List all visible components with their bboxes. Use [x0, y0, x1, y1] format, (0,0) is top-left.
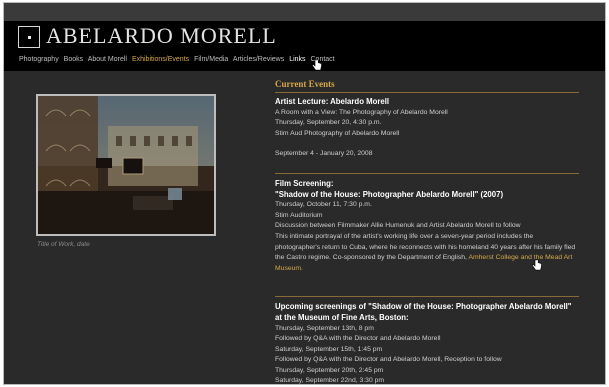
- top-strip: [4, 3, 605, 21]
- featured-photo[interactable]: [36, 94, 216, 236]
- event-line: Thursday, September 20, 4:30 p.m.: [275, 119, 382, 127]
- event-line: Thursday, September 13th, 8 pm: [275, 324, 374, 332]
- site-header: ABELARDO MORELL Photography Books About …: [4, 21, 605, 71]
- event-line: Stim Auditorium: [275, 211, 323, 219]
- browser-page: ABELARDO MORELL Photography Books About …: [3, 2, 606, 385]
- nav-articles-reviews[interactable]: Articles/Reviews: [233, 56, 284, 63]
- event-title: at the Museum of Fine Arts, Boston:: [275, 312, 409, 322]
- photo-caption: Title of Work, date: [37, 241, 90, 248]
- current-events-heading: Current Events: [275, 79, 579, 93]
- hand-cursor-icon: [312, 59, 322, 71]
- section-divider: [275, 172, 579, 174]
- event-title: "Shadow of the House: Photographer Abela…: [275, 189, 504, 199]
- event-line: Discussion between Filmmaker Allie Humen…: [275, 222, 521, 230]
- event-title: Film Screening:: [275, 178, 334, 188]
- main-nav: Photography Books About Morell Exhibitio…: [19, 56, 338, 63]
- event-title: Upcoming screenings of "Shadow of the Ho…: [275, 302, 572, 312]
- logo-icon[interactable]: [18, 26, 40, 48]
- event-line: Thursday, October 11, 7:30 p.m.: [275, 201, 372, 209]
- event-line: Stim Aud Photography of Abelardo Morell: [275, 129, 400, 137]
- nav-links[interactable]: Links: [289, 56, 305, 63]
- nav-exhibitions-events[interactable]: Exhibitions/Events: [132, 56, 189, 63]
- event-line: Followed by Q&A with the Director and Ab…: [275, 335, 441, 343]
- nav-film-media[interactable]: Film/Media: [194, 56, 228, 63]
- nav-books[interactable]: Books: [64, 56, 83, 63]
- event-lecture: Artist Lecture: Abelardo Morell A Room w…: [275, 97, 579, 160]
- event-line: Saturday, September 15th, 1:45 pm: [275, 345, 383, 353]
- event-upcoming-screenings: Upcoming screenings of "Shadow of the Ho…: [275, 302, 579, 385]
- event-line: A Room with a View: The Photography of A…: [275, 108, 448, 116]
- event-line: Followed by Q&A with the Director and Ab…: [275, 356, 502, 364]
- hand-cursor-icon: [532, 259, 542, 271]
- section-divider: [275, 296, 579, 298]
- event-dates: September 4 - January 20, 2008: [275, 150, 373, 158]
- nav-photography[interactable]: Photography: [19, 56, 59, 63]
- event-line: Saturday, September 22nd, 3:30 pm: [275, 377, 385, 385]
- site-title[interactable]: ABELARDO MORELL: [46, 23, 277, 49]
- event-line: Thursday, September 20th, 2:45 pm: [275, 366, 384, 374]
- event-title: Artist Lecture: Abelardo Morell: [275, 97, 390, 106]
- current-events-column: Current Events Artist Lecture: Abelardo …: [275, 79, 579, 385]
- nav-about[interactable]: About Morell: [88, 56, 127, 63]
